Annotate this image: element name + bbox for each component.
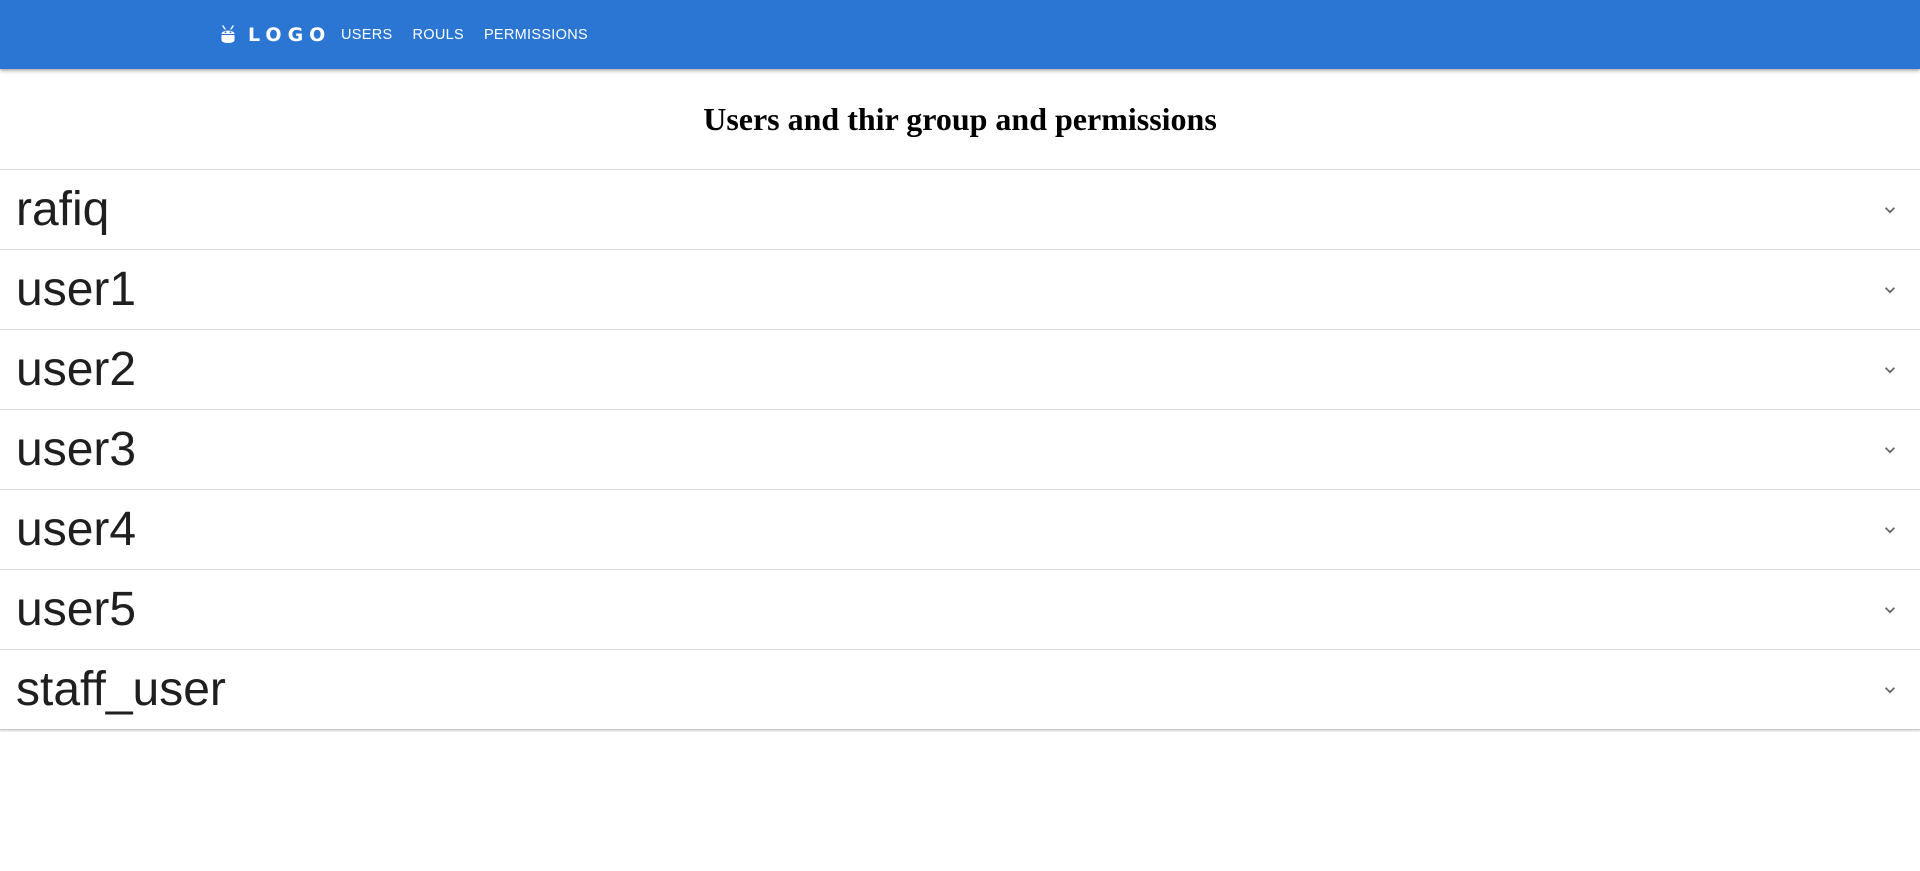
- chevron-down-icon[interactable]: [1880, 600, 1900, 620]
- chevron-down-icon[interactable]: [1880, 680, 1900, 700]
- adb-android-icon: [221, 24, 235, 43]
- accordion-item-user2[interactable]: user2: [0, 329, 1920, 409]
- user-name: rafiq: [16, 183, 110, 236]
- user-name: user1: [16, 263, 137, 316]
- accordion-item-user1[interactable]: user1: [0, 249, 1920, 329]
- users-accordion: rafiq user1 user2 user3 user4 user5 staf…: [0, 169, 1920, 730]
- user-name: staff_user: [16, 663, 226, 716]
- chevron-down-icon[interactable]: [1880, 360, 1900, 380]
- brand-logo[interactable]: LOGO: [219, 0, 331, 69]
- chevron-down-icon[interactable]: [1880, 200, 1900, 220]
- nav-users[interactable]: USERS: [332, 21, 401, 49]
- user-name: user2: [16, 343, 137, 396]
- user-name: user3: [16, 423, 137, 476]
- app-bar: LOGO USERS ROULS PERMISSIONS: [0, 0, 1920, 69]
- user-name: user4: [16, 503, 137, 556]
- accordion-item-user4[interactable]: user4: [0, 489, 1920, 569]
- chevron-down-icon[interactable]: [1880, 440, 1900, 460]
- user-name: user5: [16, 583, 137, 636]
- chevron-down-icon[interactable]: [1880, 520, 1900, 540]
- page-title: Users and thir group and permissions: [703, 101, 1217, 137]
- nav-rouls[interactable]: ROULS: [403, 21, 472, 49]
- brand-text: LOGO: [248, 23, 332, 46]
- accordion-item-staff-user[interactable]: staff_user: [0, 649, 1920, 729]
- chevron-down-icon[interactable]: [1880, 280, 1900, 300]
- accordion-item-user3[interactable]: user3: [0, 409, 1920, 489]
- nav-permissions[interactable]: PERMISSIONS: [475, 21, 597, 49]
- accordion-item-user5[interactable]: user5: [0, 569, 1920, 649]
- main-nav: USERS ROULS PERMISSIONS: [332, 0, 599, 69]
- accordion-item-rafiq[interactable]: rafiq: [0, 169, 1920, 249]
